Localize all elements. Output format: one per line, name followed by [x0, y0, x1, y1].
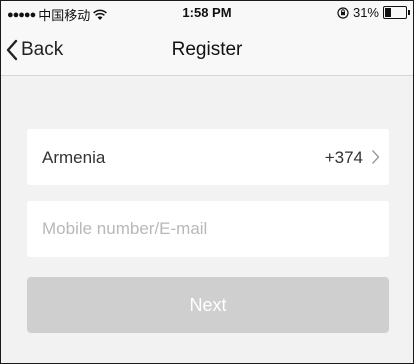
- navigation-bar: Back Register: [1, 25, 413, 76]
- battery-nub: [408, 10, 410, 15]
- mobile-email-input[interactable]: [27, 201, 389, 257]
- status-right: 31%: [337, 5, 410, 20]
- app-screen: ●●●●● 中国移动 1:58 PM 31% Back Register Arm…: [0, 0, 414, 364]
- chevron-right-icon: [371, 150, 380, 164]
- battery-level: [385, 8, 391, 17]
- page-title: Register: [171, 39, 243, 60]
- rotation-lock-icon: [337, 6, 349, 19]
- contact-field-container: [27, 201, 389, 257]
- next-button[interactable]: Next: [27, 277, 389, 333]
- country-selector[interactable]: Armenia +374: [27, 129, 389, 185]
- battery-percentage: 31%: [352, 5, 379, 20]
- country-code: +374: [324, 148, 363, 167]
- country-name: Armenia: [42, 148, 106, 167]
- battery-icon: [383, 6, 410, 19]
- status-bar: ●●●●● 中国移动 1:58 PM 31%: [1, 1, 413, 25]
